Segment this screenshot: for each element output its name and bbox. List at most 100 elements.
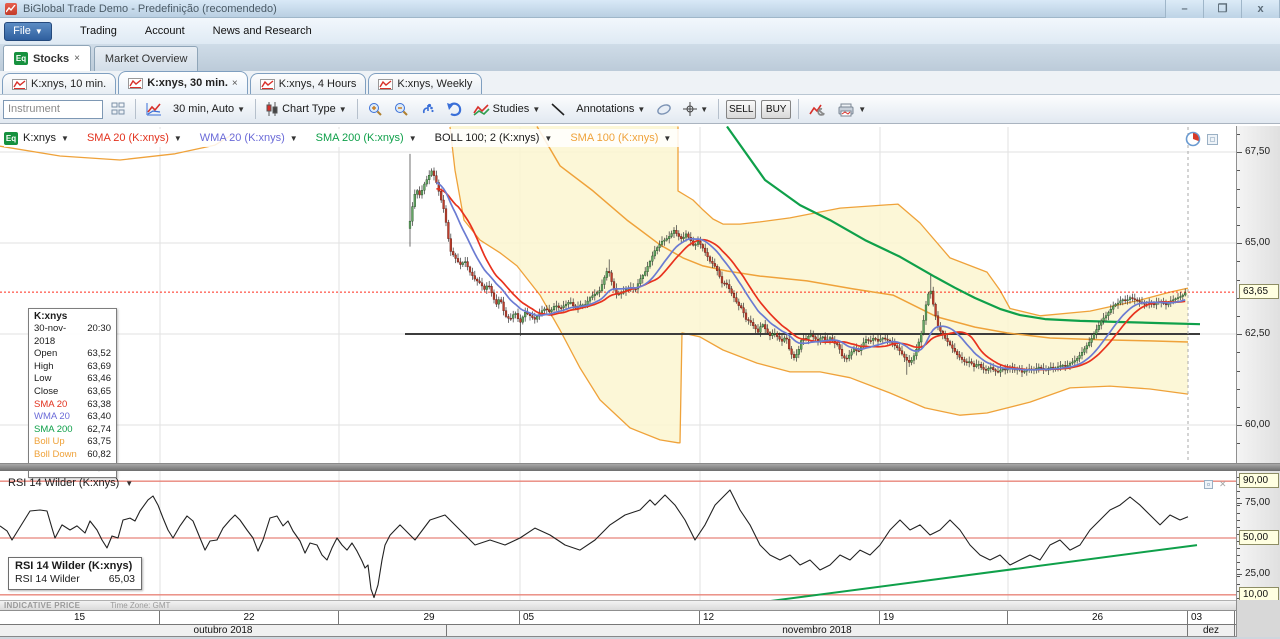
chevron-down-icon: ▼: [700, 104, 709, 114]
minimize-icon: –: [1181, 2, 1188, 15]
restore-icon: ❐: [1217, 3, 1228, 15]
legend-item-3[interactable]: SMA 200 (K:xnys) ▼: [316, 132, 417, 144]
axis-tick: [1237, 243, 1242, 244]
tooltip-row: Boll Up 63,75: [34, 436, 111, 449]
trend-line-tool[interactable]: [548, 101, 568, 118]
buy-button[interactable]: BUY: [761, 99, 792, 119]
tooltip-time: 20:30: [87, 323, 111, 334]
print-icon: [838, 103, 854, 116]
profit-chart-button[interactable]: [143, 100, 165, 119]
close-tab-icon[interactable]: ×: [74, 53, 80, 64]
crosshair-dropdown[interactable]: ▼: [680, 100, 711, 118]
week-label-26: 26: [1008, 611, 1188, 624]
month-label: dez: [1188, 625, 1235, 636]
axis-tick: [1237, 334, 1242, 335]
interval-dropdown[interactable]: 30 min, Auto ▼: [170, 101, 248, 117]
legend-label: SMA 20 (K:xnys): [86, 132, 169, 144]
tooltip-symbol: K:xnys: [34, 311, 68, 322]
legend-item-0[interactable]: Eq K:xnys ▼: [4, 131, 69, 145]
timezone-label: Time Zone: GMT: [110, 601, 171, 610]
legend-item-1[interactable]: SMA 20 (K:xnys) ▼: [87, 132, 182, 144]
axis-tick: [1237, 152, 1242, 153]
chart-type-dropdown[interactable]: Chart Type ▼: [263, 100, 350, 118]
axis-tick: [1237, 555, 1240, 557]
tooltip-row-label: SMA 200: [34, 423, 73, 435]
tooltip-row-label: Close: [34, 385, 59, 397]
chart-toolbar: 30 min, Auto ▼ Chart Type ▼ Studies ▼ An…: [0, 95, 1280, 124]
eraser-icon: [657, 103, 672, 115]
title-bar[interactable]: BiGlobal Trade Demo - Predefinição (reco…: [0, 0, 1280, 18]
time-axis-weeks[interactable]: 15 22 29 05 12 19 26 03: [0, 611, 1236, 624]
tooltip-row: Close 63,65: [34, 386, 111, 399]
tooltip-row-value: 63,65: [87, 385, 111, 397]
menu-item-trading[interactable]: Trading: [80, 25, 117, 37]
time-axis-months[interactable]: outubro 2018 novembro 2018 dez: [0, 624, 1236, 637]
axis-label: 65,00: [1245, 237, 1271, 248]
chevron-down-icon: ▼: [408, 133, 417, 143]
instrument-list-button[interactable]: [108, 100, 128, 118]
toolbar-separator: [135, 99, 136, 119]
tooltip-row-value: 62,74: [87, 423, 111, 435]
week-label-15: 15: [0, 611, 160, 624]
annotations-dropdown[interactable]: Annotations ▼: [573, 101, 648, 117]
tooltip-row-label: Boll Up: [34, 436, 65, 448]
pan-button[interactable]: [417, 100, 438, 119]
chevron-down-icon: ▼: [61, 133, 69, 143]
menu-item-account[interactable]: Account: [145, 25, 185, 37]
axis-tick: [1237, 519, 1240, 521]
menu-file-label: File: [13, 25, 31, 37]
legend-item-2[interactable]: WMA 20 (K:xnys) ▼: [200, 132, 298, 144]
restore-pane-icon[interactable]: [1207, 134, 1218, 145]
menu-item-news-and-research[interactable]: News and Research: [213, 25, 312, 37]
rsi-axis[interactable]: 75,00 25,00 90,00 50,00 10,00: [1236, 471, 1280, 602]
chevron-down-icon: ▼: [125, 478, 134, 488]
sell-button[interactable]: SELL: [726, 99, 757, 119]
tooltip-row: SMA 200 62,74: [34, 424, 111, 437]
app-icon: [5, 2, 17, 15]
restore-button[interactable]: ❐: [1204, 0, 1242, 18]
axis-tick: [1237, 425, 1242, 426]
legend-item-5[interactable]: SMA 100 (K:xnys) ▼: [570, 132, 671, 144]
axis-label: 25,00: [1245, 567, 1271, 579]
minimize-button[interactable]: –: [1166, 0, 1204, 18]
pane-splitter[interactable]: [0, 463, 1280, 471]
chart-tab-k-xnys-4-hours[interactable]: K:xnys, 4 Hours: [249, 73, 367, 94]
tooltip-row-value: 63,69: [87, 360, 111, 372]
undo-button[interactable]: [443, 100, 465, 119]
close-chart-tab-icon[interactable]: ×: [232, 78, 238, 89]
annotations-label: Annotations: [576, 103, 635, 115]
price-chart-pane[interactable]: [0, 126, 1236, 464]
chart-tab-k-xnys-10-min-[interactable]: K:xnys, 10 min.: [2, 73, 117, 94]
session-clock-icon[interactable]: [1185, 131, 1201, 147]
close-rsi-pane-icon[interactable]: ✕: [1219, 479, 1227, 490]
tooltip-row-value: 63,40: [87, 411, 111, 423]
rsi-chart-pane[interactable]: [0, 471, 1236, 601]
toolbar-separator: [798, 99, 800, 119]
chart-settings-button[interactable]: [806, 100, 829, 119]
rsi-legend[interactable]: RSI 14 Wilder (K:xnys) ▼: [8, 477, 133, 489]
tooltip-row-value: 63,46: [87, 373, 111, 385]
price-axis[interactable]: 67,50 65,00 62,50 60,00 63,65: [1236, 126, 1280, 463]
chart-tab-k-xnys-30-min-[interactable]: K:xnys, 30 min. ×: [118, 71, 248, 94]
chart-tab-k-xnys-weekly[interactable]: K:xnys, Weekly: [368, 73, 483, 94]
zoom-in-button[interactable]: [365, 100, 386, 119]
zoom-out-button[interactable]: [391, 100, 412, 119]
tooltip-row-value: 63,52: [87, 348, 111, 360]
last-price-badge: 63,65: [1239, 284, 1279, 300]
month-label: novembro 2018: [447, 625, 1188, 636]
legend-item-4[interactable]: BOLL 100; 2 (K:xnys) ▼: [435, 132, 553, 144]
close-button[interactable]: x: [1242, 0, 1280, 18]
axis-tick: [1237, 583, 1240, 585]
tab-market-overview[interactable]: Market Overview: [93, 46, 199, 71]
eraser-button[interactable]: [653, 101, 675, 118]
print-button[interactable]: ▼: [834, 100, 869, 119]
studies-label: Studies: [492, 103, 530, 115]
restore-rsi-pane-icon[interactable]: [1204, 480, 1213, 489]
axis-tick: [1237, 505, 1240, 507]
tab-stocks[interactable]: Eq Stocks ×: [3, 45, 91, 71]
studies-dropdown[interactable]: Studies ▼: [470, 101, 544, 118]
tab-label: Market Overview: [104, 53, 188, 65]
instrument-search-input[interactable]: [3, 99, 103, 119]
tooltip-row-label: Open: [34, 348, 58, 360]
menu-file-button[interactable]: File ▼: [4, 21, 52, 41]
